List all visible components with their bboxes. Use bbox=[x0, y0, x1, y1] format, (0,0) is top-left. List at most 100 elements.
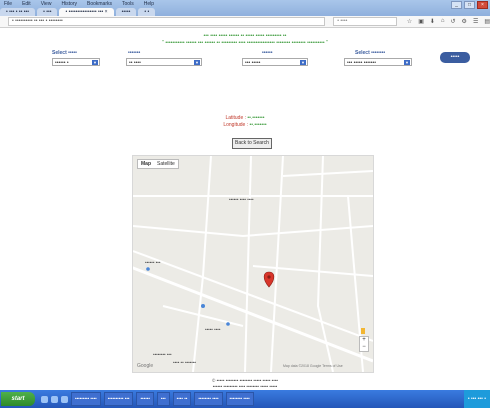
menu-tools[interactable]: Tools bbox=[122, 1, 134, 7]
menu-history[interactable]: History bbox=[61, 1, 77, 7]
toolbar-icons: ☆ ▣ ⬇ ⌂ ↺ ⚙ ☰ ▤ bbox=[407, 18, 490, 25]
pegman-icon[interactable] bbox=[361, 328, 365, 334]
tab-4[interactable]: ••••• bbox=[115, 8, 137, 16]
latitude-row: Latitude : ••.••••••• bbox=[0, 115, 490, 121]
notice-line-2: " ••••••••••• •••••• ••• •••••• •• •••••… bbox=[162, 40, 328, 46]
close-button[interactable]: × bbox=[477, 1, 488, 9]
taskbar-item[interactable]: •••••• bbox=[136, 392, 154, 406]
page-content: ••• •••• ••••• •••••• •• ••••• ••••• •••… bbox=[0, 28, 490, 390]
chevron-down-icon: ▼ bbox=[194, 60, 200, 65]
navigation-bar: • •••••••••• •• ••• • •••••••• • •••• ☆ … bbox=[0, 16, 490, 28]
bookmark-star-icon[interactable]: ☆ bbox=[407, 18, 412, 25]
latitude-label: Latitude : bbox=[225, 115, 247, 121]
filter-value-4: ••• ••••• ••••••• bbox=[347, 60, 377, 66]
map-terms[interactable]: Map data ©2018 Google Terms of Use bbox=[283, 364, 343, 368]
map-label: •••••• ••• bbox=[145, 260, 161, 265]
settings-icon[interactable]: ⚙ bbox=[462, 18, 467, 25]
firefox-icon[interactable] bbox=[51, 395, 58, 403]
address-input[interactable]: • •••••••••• •• ••• • •••••••• bbox=[8, 17, 326, 26]
menu-edit[interactable]: Edit bbox=[22, 1, 31, 7]
tab-strip: • ••• • •• ••• • ••• • •••••••••••••••• … bbox=[0, 7, 157, 16]
taskbar-item[interactable]: •••••••••• ••• bbox=[103, 392, 134, 406]
sidebar-icon[interactable]: ▤ bbox=[484, 18, 490, 25]
zoom-out-button[interactable]: − bbox=[360, 344, 368, 351]
google-logo: Google bbox=[137, 363, 153, 369]
map-road bbox=[133, 250, 373, 342]
map-type-toggle: Map Satellite bbox=[137, 159, 179, 169]
filter-select-1[interactable]: •••••• • ▼ bbox=[52, 58, 100, 66]
zoom-controls: + − bbox=[359, 336, 369, 352]
filter-select-3[interactable]: ••• ••••• ▼ bbox=[242, 58, 308, 66]
chevron-down-icon: ▼ bbox=[92, 60, 98, 65]
map-view[interactable]: •••••• •••• •••• •••••• ••• ••••• •••• •… bbox=[132, 155, 374, 373]
desktop-icon[interactable] bbox=[61, 395, 68, 403]
tab-2[interactable]: • ••• bbox=[37, 8, 58, 16]
home-icon[interactable]: ⌂ bbox=[441, 18, 445, 25]
longitude-label: Longitude : bbox=[223, 122, 249, 128]
taskbar-item[interactable]: ••••••••• •••• bbox=[71, 392, 101, 406]
filter-value-2: •• •••• bbox=[129, 60, 141, 66]
filter-select-4[interactable]: ••• ••••• ••••••• ▼ bbox=[344, 58, 412, 66]
map-label: ••••• •••• bbox=[205, 327, 221, 332]
tab-1[interactable]: • ••• • •• ••• bbox=[0, 8, 36, 16]
map-label: •••• •• ••••••• bbox=[173, 360, 196, 365]
chevron-down-icon: ▼ bbox=[300, 60, 306, 65]
filter-label-4: Select •••••••• bbox=[355, 50, 386, 56]
menu-bar: File Edit View History Bookmarks Tools H… bbox=[0, 0, 154, 7]
filter-label-3: •••••• bbox=[262, 50, 273, 56]
map-roads bbox=[133, 156, 373, 372]
taskbar-item[interactable]: •••••••• •••• bbox=[225, 392, 254, 406]
latitude-value: ••.••••••• bbox=[247, 115, 265, 121]
longitude-row: Longitude : ••.••••••• bbox=[0, 122, 490, 128]
taskbar-item[interactable]: •••••••• •••• bbox=[194, 392, 223, 406]
location-pin-dot bbox=[267, 275, 271, 279]
map-road bbox=[270, 156, 284, 372]
browser-chrome: File Edit View History Bookmarks Tools H… bbox=[0, 0, 490, 16]
map-label: •••••• •••• •••• bbox=[229, 197, 254, 202]
tab-new[interactable]: • • bbox=[138, 8, 156, 16]
minimize-button[interactable]: _ bbox=[451, 1, 462, 9]
map-road-main bbox=[133, 266, 373, 363]
system-tray: • ••• ••• • bbox=[463, 390, 490, 408]
start-button[interactable]: start bbox=[1, 392, 35, 406]
browser-icon[interactable] bbox=[41, 395, 48, 403]
map-type-satellite[interactable]: Satellite bbox=[154, 160, 178, 168]
poi-icon bbox=[146, 267, 150, 271]
taskbar-item[interactable]: ••• bbox=[156, 392, 170, 406]
taskbar: start ••••••••• •••• •••••••••• ••• ••••… bbox=[0, 390, 490, 408]
filter-label-2: ••••••• bbox=[128, 50, 141, 56]
search-input[interactable]: • •••• bbox=[333, 17, 397, 26]
map-road bbox=[192, 156, 212, 372]
map-road bbox=[244, 156, 252, 372]
reload-icon[interactable]: ↺ bbox=[451, 18, 456, 25]
maximize-button[interactable]: □ bbox=[464, 1, 475, 9]
map-canvas: •••••• •••• •••• •••••• ••• ••••• •••• •… bbox=[133, 156, 373, 372]
map-type-map[interactable]: Map bbox=[138, 160, 154, 168]
taskbar-item[interactable]: •••• •• bbox=[172, 392, 192, 406]
search-button[interactable]: ••••• bbox=[440, 52, 470, 63]
download-icon[interactable]: ⬇ bbox=[430, 18, 435, 25]
chevron-down-icon: ▼ bbox=[404, 60, 410, 65]
menu-bookmarks[interactable]: Bookmarks bbox=[87, 1, 112, 7]
notice-line-1: ••• •••• ••••• •••••• •• ••••• ••••• •••… bbox=[203, 33, 287, 39]
tab-active[interactable]: • •••••••••••••••• ••• × bbox=[59, 8, 114, 16]
map-marker[interactable] bbox=[263, 271, 275, 288]
back-to-search-button[interactable]: Back to Search bbox=[232, 138, 272, 149]
menu-view[interactable]: View bbox=[41, 1, 52, 7]
library-icon[interactable]: ▣ bbox=[418, 18, 424, 25]
footer-line-2: •••••• ••••••••• •••• •••••••• ••••• •••… bbox=[212, 384, 278, 389]
poi-icon bbox=[226, 322, 230, 326]
menu-file[interactable]: File bbox=[4, 1, 12, 7]
filter-select-2[interactable]: •• •••• ▼ bbox=[126, 58, 202, 66]
quick-launch bbox=[41, 395, 68, 403]
map-road bbox=[162, 305, 244, 327]
map-road bbox=[282, 170, 373, 177]
longitude-value: ••.••••••• bbox=[249, 122, 267, 128]
window-controls: _ □ × bbox=[451, 1, 488, 9]
poi-icon bbox=[201, 304, 205, 308]
menu-help[interactable]: Help bbox=[144, 1, 154, 7]
menu-icon[interactable]: ☰ bbox=[473, 18, 478, 25]
filter-value-3: ••• ••••• bbox=[245, 60, 261, 66]
footer-line-1: © ••••• •••••••• •••••••• ••••• ••••• ••… bbox=[212, 378, 278, 383]
zoom-in-button[interactable]: + bbox=[360, 337, 368, 344]
